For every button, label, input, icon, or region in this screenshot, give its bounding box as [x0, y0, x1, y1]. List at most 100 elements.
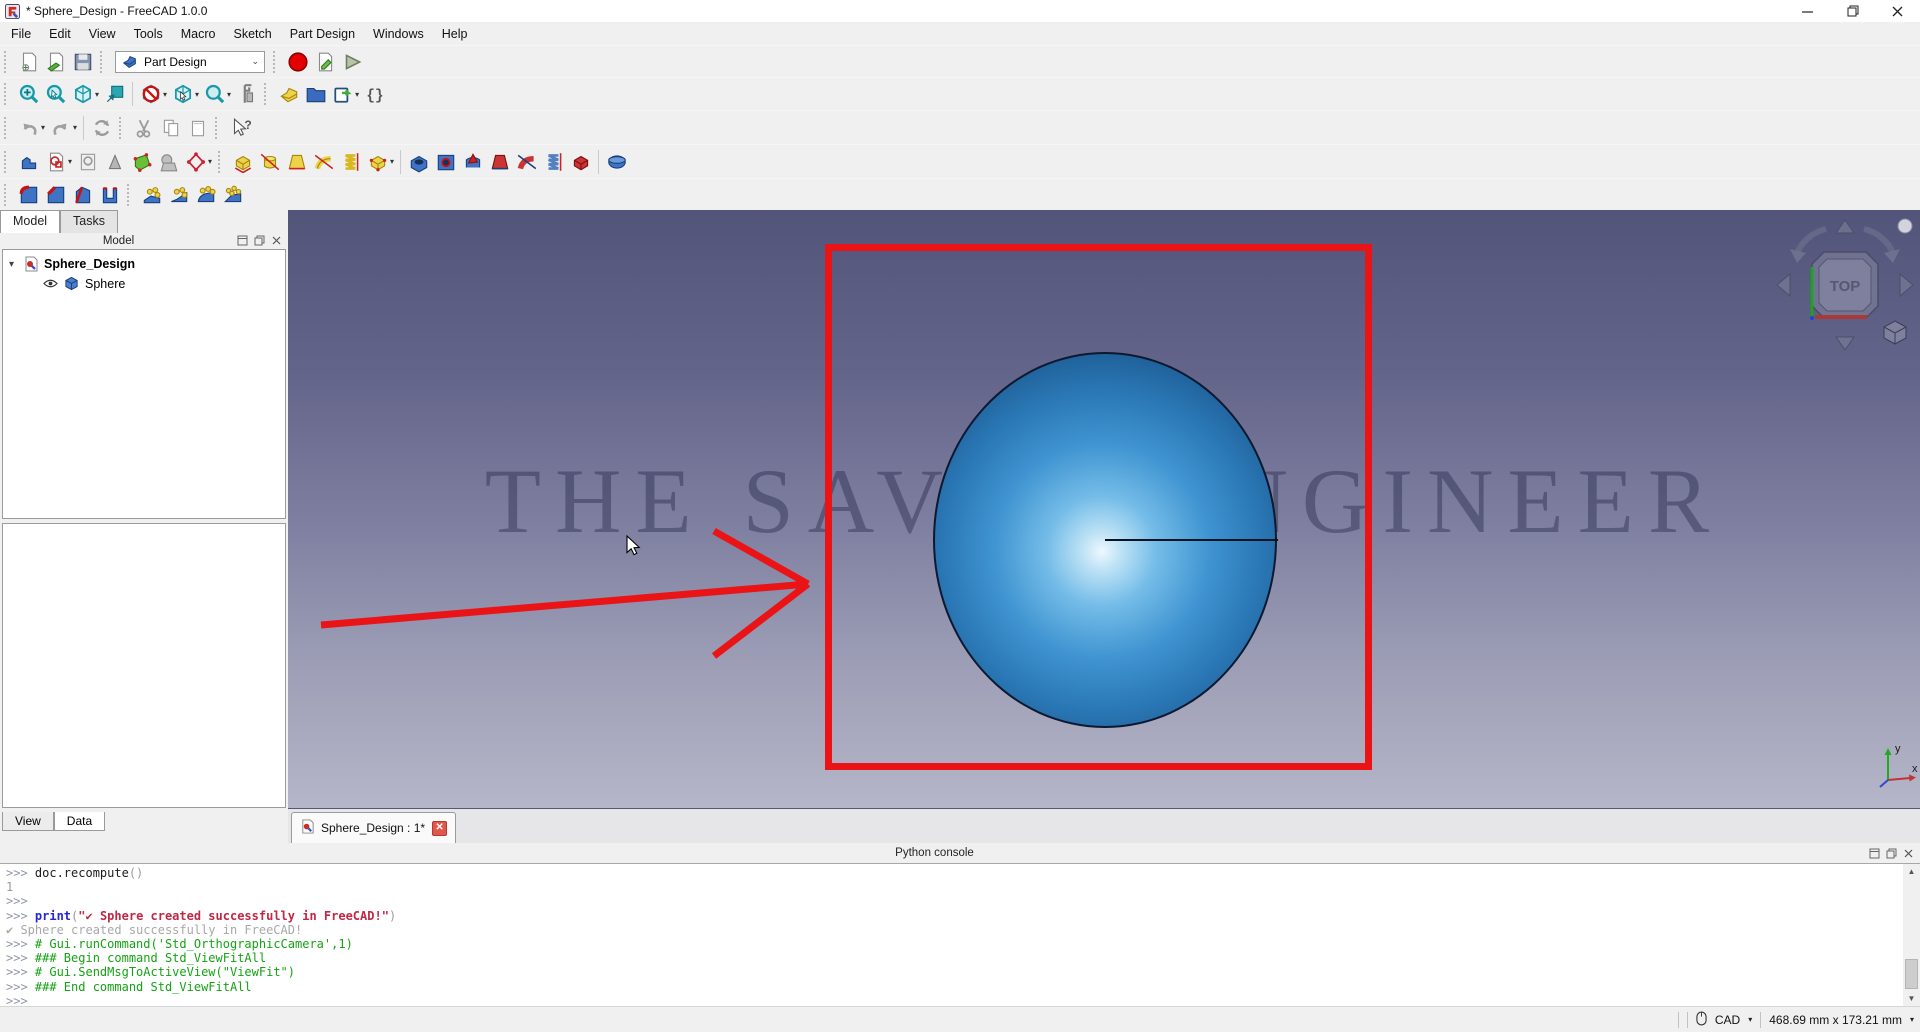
restore-button[interactable]: [1830, 0, 1875, 22]
toolbar-button-pd-pocket[interactable]: [405, 148, 432, 176]
toolbar-button-pd-groove[interactable]: [459, 148, 486, 176]
toolbar-grip[interactable]: [4, 117, 12, 139]
document-tab[interactable]: Sphere_Design : 1* ✕: [291, 812, 456, 843]
toolbar-button-pd-revolution[interactable]: [256, 148, 283, 176]
chevron-down-icon[interactable]: ▾: [208, 157, 212, 166]
menu-item-help[interactable]: Help: [433, 24, 477, 44]
toolbar-button-pd-add-helix[interactable]: [337, 148, 364, 176]
toolbar-button-pd-datum[interactable]: [101, 148, 128, 176]
expander-icon[interactable]: ▾: [9, 259, 23, 270]
nav-style-chevron-icon[interactable]: ▾: [1748, 1015, 1752, 1024]
toolbar-grip[interactable]: [4, 51, 12, 73]
float-icon[interactable]: [254, 235, 265, 246]
menu-item-file[interactable]: File: [2, 24, 40, 44]
toolbar-button-export[interactable]: ▾: [329, 80, 361, 108]
toolbar-button-pd-sketch[interactable]: ▾: [42, 148, 74, 176]
scrollbar-thumb[interactable]: [1905, 959, 1918, 989]
toolbar-button-whats-this[interactable]: ?: [226, 114, 253, 142]
tree-item-document[interactable]: ▾ Sphere_Design: [3, 254, 285, 274]
toolbar-button-pd-sub-loft[interactable]: [486, 148, 513, 176]
minimize-button[interactable]: [1785, 0, 1830, 22]
toolbar-button-pd-map-sketch[interactable]: [74, 148, 101, 176]
toolbar-button-new-doc[interactable]: [15, 48, 42, 76]
toolbar-button-pd-add-loft[interactable]: [283, 148, 310, 176]
navigation-cube[interactable]: TOP: [1770, 213, 1920, 363]
menu-item-windows[interactable]: Windows: [364, 24, 433, 44]
toolbar-button-pd-boolean[interactable]: [603, 148, 630, 176]
tab-view[interactable]: View: [2, 812, 54, 831]
toolbar-button-pd-clone[interactable]: [155, 148, 182, 176]
chevron-down-icon[interactable]: ▾: [355, 90, 359, 99]
toolbar-grip[interactable]: [127, 184, 135, 206]
chevron-down-icon[interactable]: ▾: [227, 90, 231, 99]
document-tab-close-icon[interactable]: ✕: [432, 821, 447, 836]
tab-model[interactable]: Model: [0, 210, 60, 233]
3d-viewport[interactable]: THE SAVVY ENGINEER: [288, 210, 1920, 808]
toolbar-button-pd-mirror[interactable]: [138, 181, 165, 209]
toolbar-button-measure[interactable]: [233, 80, 260, 108]
workbench-selector[interactable]: Part Design⌄: [115, 51, 265, 73]
toolbar-grip[interactable]: [273, 51, 281, 73]
toolbar-button-view-isometric[interactable]: ▾: [69, 80, 101, 108]
dock-icon[interactable]: [1869, 848, 1880, 859]
toolbar-button-edit-macro[interactable]: [311, 48, 338, 76]
float-icon[interactable]: [1886, 848, 1897, 859]
toolbar-button-refresh[interactable]: [88, 114, 115, 142]
toolbar-button-redo[interactable]: ▾: [47, 114, 79, 142]
toolbar-button-draw-style[interactable]: ▾: [137, 80, 169, 108]
toolbar-button-record-macro[interactable]: [284, 48, 311, 76]
dimensions-chevron-icon[interactable]: ▾: [1910, 1015, 1914, 1024]
toolbar-button-zoom[interactable]: ▾: [201, 80, 233, 108]
toolbar-button-pd-multitransform[interactable]: [219, 181, 246, 209]
toolbar-button-pd-draft[interactable]: [69, 181, 96, 209]
toolbar-button-pd-add-pipe[interactable]: [310, 148, 337, 176]
menu-item-macro[interactable]: Macro: [172, 24, 225, 44]
menu-item-edit[interactable]: Edit: [40, 24, 80, 44]
toolbar-button-pd-add-prim[interactable]: ▾: [364, 148, 396, 176]
close-button[interactable]: [1875, 0, 1920, 22]
navcube-mini-cube[interactable]: [1884, 321, 1906, 344]
toolbar-button-run-macro[interactable]: [338, 48, 365, 76]
toolbar-button-pd-fillet[interactable]: [15, 181, 42, 209]
chevron-down-icon[interactable]: ▾: [68, 157, 72, 166]
toolbar-grip[interactable]: [264, 83, 272, 105]
toolbar-grip[interactable]: [4, 83, 12, 105]
toolbar-button-pd-hole[interactable]: [432, 148, 459, 176]
chevron-down-icon[interactable]: ▾: [195, 90, 199, 99]
python-console-output[interactable]: >>> doc.recompute()1>>> >>> print("✔ Sph…: [0, 863, 1920, 1006]
toolbar-grip[interactable]: [215, 117, 223, 139]
toolbar-button-pd-body[interactable]: [15, 148, 42, 176]
toolbar-grip[interactable]: [119, 117, 127, 139]
toolbar-button-pd-datum-point[interactable]: ▾: [182, 148, 214, 176]
toolbar-button-pd-shapebinder[interactable]: [128, 148, 155, 176]
toolbar-button-pd-sub-pipe[interactable]: [513, 148, 540, 176]
close-panel-icon[interactable]: [271, 235, 282, 246]
chevron-down-icon[interactable]: ▾: [163, 90, 167, 99]
chevron-down-icon[interactable]: ▾: [73, 123, 77, 132]
toolbar-button-pd-sub-prim[interactable]: [567, 148, 594, 176]
toolbar-button-copy[interactable]: [157, 114, 184, 142]
scroll-down-icon[interactable]: ▼: [1903, 991, 1920, 1006]
toolbar-button-view-select[interactable]: ▾: [169, 80, 201, 108]
visibility-eye-icon[interactable]: [43, 276, 60, 292]
toolbar-button-zoom-fit[interactable]: [15, 80, 42, 108]
toolbar-grip[interactable]: [100, 51, 108, 73]
tree-item-sphere[interactable]: Sphere: [3, 274, 285, 294]
menu-item-view[interactable]: View: [80, 24, 125, 44]
tab-data[interactable]: Data: [54, 812, 105, 831]
toolbar-grip[interactable]: [4, 184, 12, 206]
toolbar-button-pd-linear-pattern[interactable]: [165, 181, 192, 209]
menu-item-sketch[interactable]: Sketch: [225, 24, 281, 44]
menu-item-tools[interactable]: Tools: [125, 24, 172, 44]
toolbar-button-macro-braces[interactable]: {}: [361, 80, 388, 108]
toolbar-button-open-doc[interactable]: [42, 48, 69, 76]
toolbar-button-pd-thickness[interactable]: [96, 181, 123, 209]
chevron-down-icon[interactable]: ▾: [41, 123, 45, 132]
toolbar-button-zoom-selection[interactable]: [42, 80, 69, 108]
toolbar-button-pd-polar-pattern[interactable]: [192, 181, 219, 209]
toolbar-button-undo[interactable]: ▾: [15, 114, 47, 142]
chevron-down-icon[interactable]: ▾: [95, 90, 99, 99]
dock-icon[interactable]: [237, 235, 248, 246]
close-panel-icon[interactable]: [1903, 848, 1914, 859]
toolbar-button-paste[interactable]: [184, 114, 211, 142]
